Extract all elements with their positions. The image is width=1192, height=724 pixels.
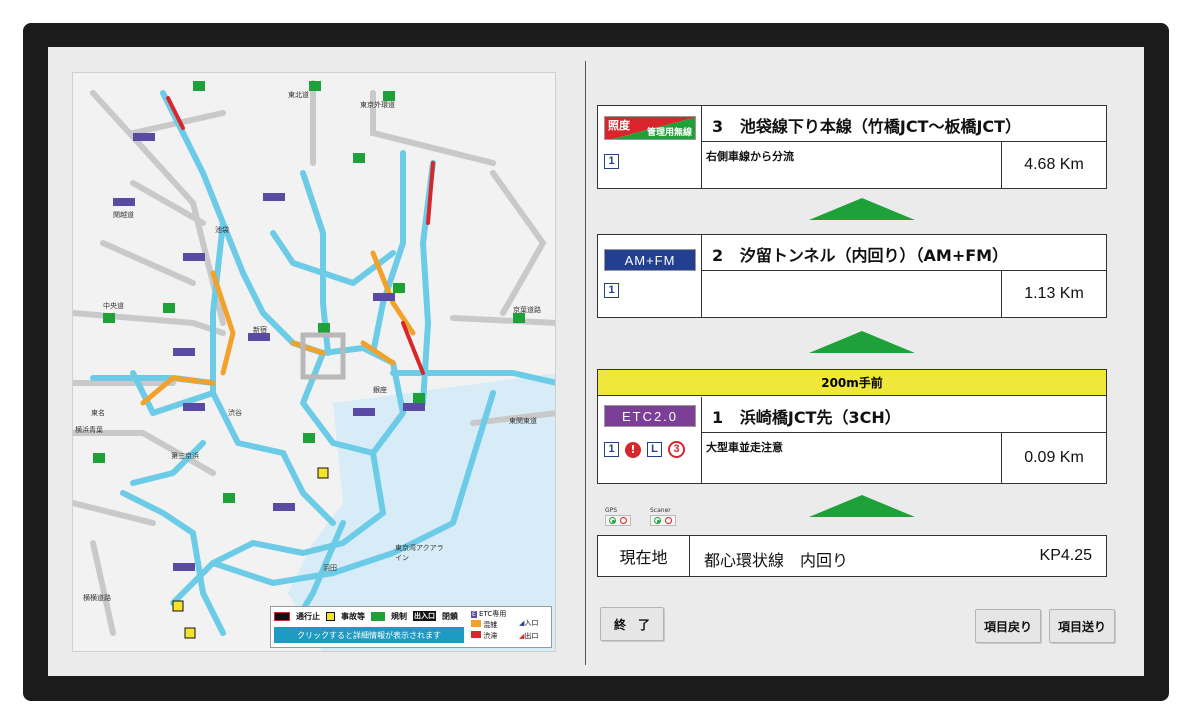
card-1-icon-area: ETC2.0 1 ! L 3 — [598, 397, 702, 483]
map-legend: 通行止 事故等 規制 出入口 閉鎖 クリックすると詳細情報が表示されます E E… — [270, 606, 552, 648]
legend-jam: 渋滞 — [483, 632, 498, 640]
guidance-card-2[interactable]: AM+FM 1 2 汐留トンネル（内回り）（AM+FM） 1.13 Km — [597, 234, 1107, 318]
scanner-ng-led-icon — [665, 517, 672, 524]
card-3-title-text: 池袋線下り本線（竹橋JCT～板橋JCT） — [739, 117, 1022, 136]
warning-icon: ! — [625, 441, 641, 458]
panel-divider — [585, 61, 586, 665]
traffic-map[interactable]: 東北道 東京外環道 関越道 中央道 京葉道路 東名 横浜青葉 東関東道 第三京浜… — [72, 72, 556, 652]
map-canvas[interactable] — [73, 73, 556, 652]
gps-ng-led-icon — [620, 517, 627, 524]
prev-item-button[interactable]: 項目戻り — [975, 609, 1041, 643]
three-channel-icon: 3 — [668, 441, 685, 458]
am-fm-icon: AM+FM — [604, 249, 696, 271]
up-arrow-1-icon — [809, 198, 915, 220]
current-location-bar: 現在地 都心環状線 内回り KP4.25 — [597, 535, 1107, 577]
up-arrow-3-icon — [809, 495, 915, 517]
accident-swatch — [326, 611, 335, 621]
congestion-swatch — [471, 620, 481, 627]
legend-restriction: 規制 — [391, 611, 407, 621]
legend-out: 出口 — [524, 632, 539, 640]
card-2-title: 2 汐留トンネル（内回り）（AM+FM） — [702, 235, 1106, 271]
next-item-button[interactable]: 項目送り — [1049, 609, 1115, 643]
etc-swatch: E — [471, 611, 477, 618]
etc2-icon: ETC2.0 — [604, 405, 696, 427]
card-3-title: 3 池袋線下り本線（竹橋JCT～板橋JCT） — [702, 106, 1106, 142]
current-route: 都心環状線 内回り — [704, 551, 849, 570]
card-1-subtitle: 大型車並走注意 — [702, 433, 1002, 483]
card-1-title: 1 浜崎橋JCT先（3CH） — [702, 397, 1106, 433]
card-1-number: 1 — [712, 408, 724, 427]
map-label-gaikan: 東京外環道 — [360, 101, 395, 109]
lane-left-icon: L — [647, 442, 662, 457]
legend-etc: ETC専用 — [479, 610, 507, 618]
current-location-label: 現在地 — [598, 536, 690, 576]
lane-1-icon: 1 — [604, 442, 619, 457]
map-label-aqualine: 東京湾アクアライン — [395, 544, 444, 562]
ramp-closed-box: 出入口 — [413, 611, 436, 621]
card-3-number: 3 — [712, 117, 724, 136]
legend-closure: 通行止 — [296, 611, 320, 621]
map-label-yokohama-aoba: 横浜青葉 — [75, 426, 103, 434]
gps-ok-led-icon — [609, 517, 616, 524]
lighting-label: 照度 — [608, 119, 630, 132]
legend-congestion: 混雑 — [483, 621, 498, 629]
map-label-yokoyoko: 横横道路 — [83, 594, 111, 602]
map-label-ginza: 銀座 — [373, 386, 387, 394]
map-label-tomei: 東名 — [91, 409, 105, 417]
closure-swatch — [274, 611, 290, 621]
gps-label: GPS — [605, 507, 618, 514]
map-label-shinjuku: 新宿 — [253, 326, 267, 334]
guidance-card-3[interactable]: 照度 管理用無線 1 3 池袋線下り本線（竹橋JCT～板橋JCT） 右側車線から… — [597, 105, 1107, 189]
legend-ramp-closed: 閉鎖 — [442, 611, 458, 621]
map-label-keiyo: 京葉道路 — [513, 306, 541, 314]
scanner-ok-led-icon — [654, 517, 661, 524]
legend-in: 入口 — [524, 619, 539, 627]
lighting-radio-icon: 照度 管理用無線 — [604, 116, 696, 140]
map-label-chuo: 中央道 — [103, 302, 124, 310]
map-label-higashi-kanto: 東関東道 — [509, 417, 537, 425]
exit-button[interactable]: 終 了 — [600, 607, 664, 641]
card-1-body: ETC2.0 1 ! L 3 1 浜崎橋JCT先（3CH） 大型車並走注意 0.… — [598, 397, 1106, 483]
card-1-title-text: 浜崎橋JCT先（3CH） — [739, 408, 901, 427]
card-2-title-text: 汐留トンネル（内回り）（AM+FM） — [739, 246, 1009, 265]
guidance-card-1[interactable]: 200m手前 ETC2.0 1 ! L 3 1 浜崎橋JCT先（3CH） 大型車… — [597, 369, 1107, 484]
current-kilopost: KP4.25 — [1039, 547, 1092, 564]
lane-1-icon: 1 — [604, 283, 619, 298]
map-label-daisan-keihin: 第三京浜 — [171, 452, 199, 460]
card-3-distance: 4.68 Km — [1024, 156, 1084, 173]
card-1-lane-icons: 1 ! L 3 — [604, 441, 685, 458]
map-label-kanetsu: 関越道 — [113, 211, 134, 219]
map-label-shibuya: 渋谷 — [228, 409, 242, 417]
card-2-subtitle — [702, 271, 1002, 317]
legend-accident: 事故等 — [341, 611, 365, 621]
gps-indicator: GPS — [605, 507, 631, 526]
map-label-ikebukuro: 池袋 — [215, 226, 229, 234]
card-2-icon-area: AM+FM 1 — [598, 235, 702, 317]
scanner-label: Scaner — [650, 507, 671, 514]
lane-1-icon: 1 — [604, 154, 619, 169]
scanner-indicator: Scaner — [650, 507, 676, 526]
jam-swatch — [471, 631, 481, 638]
card-1-banner: 200m手前 — [598, 370, 1106, 396]
card-1-distance: 0.09 Km — [1024, 449, 1084, 466]
map-label-haneda: 羽田 — [323, 564, 337, 572]
card-3-subtitle: 右側車線から分流 — [702, 142, 1002, 188]
up-arrow-2-icon — [809, 331, 915, 353]
card-2-distance: 1.13 Km — [1024, 285, 1084, 302]
card-2-number: 2 — [712, 246, 724, 265]
radio-label: 管理用無線 — [646, 128, 692, 138]
app-screen: 東北道 東京外環道 関越道 中央道 京葉道路 東名 横浜青葉 東関東道 第三京浜… — [48, 47, 1144, 676]
legend-hint[interactable]: クリックすると詳細情報が表示されます — [274, 627, 464, 643]
map-label-tohoku: 東北道 — [288, 91, 309, 99]
card-3-icon-area: 照度 管理用無線 1 — [598, 106, 702, 188]
restriction-swatch — [371, 611, 385, 621]
